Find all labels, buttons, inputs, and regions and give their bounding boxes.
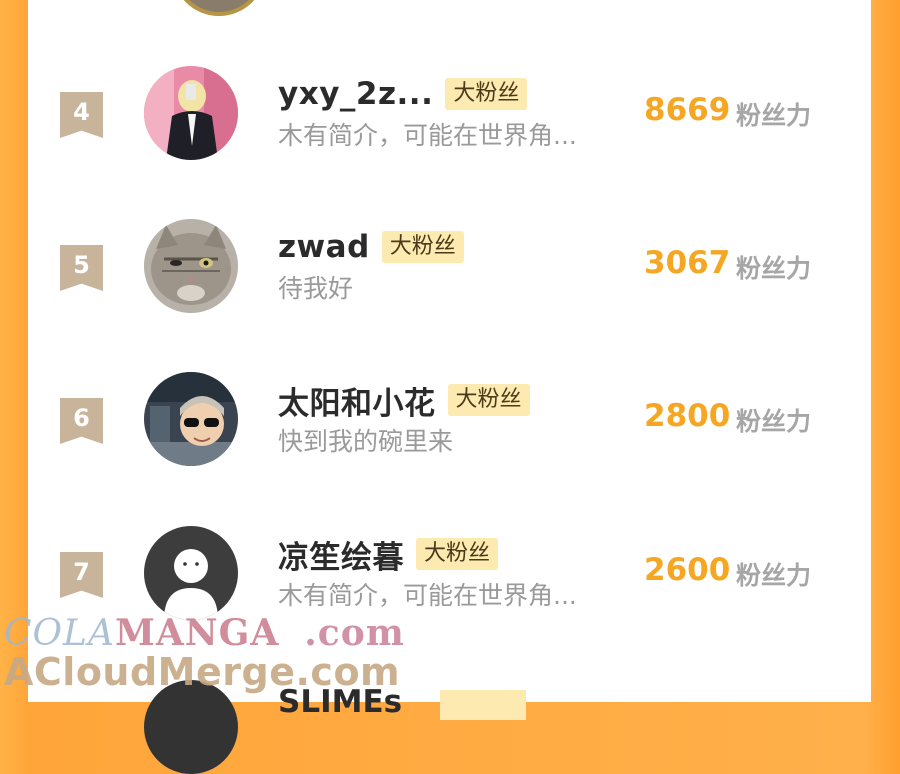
fan-badge: 大粉丝: [447, 384, 530, 416]
previous-avatar[interactable]: [172, 0, 266, 16]
photo-cat-icon: [144, 219, 238, 313]
rank-flag-icon: 7: [60, 552, 103, 598]
avatar[interactable]: [144, 680, 238, 774]
fan-score-unit: 粉丝力: [736, 407, 812, 436]
fan-badge: 大粉丝: [381, 231, 464, 263]
fan-score: 8669: [644, 92, 731, 128]
user-name[interactable]: yxy_2z...: [278, 76, 433, 112]
fan-badge: 大粉丝: [416, 538, 499, 570]
default-ghost-avatar-icon: [144, 526, 238, 620]
list-item[interactable]: 7 凉笙绘暮 大粉丝 木有简介，可能在世界角... 2600 粉丝力: [28, 526, 871, 666]
name-line: 太阳和小花 大粉丝: [278, 378, 530, 423]
user-name[interactable]: zwad: [278, 229, 370, 265]
name-line: yxy_2z... 大粉丝: [278, 74, 528, 114]
user-bio: 木有简介，可能在世界角...: [278, 581, 577, 610]
photo-person-sunglasses-icon: [144, 372, 238, 466]
fan-score: 2600: [644, 552, 731, 588]
fan-badge: [440, 690, 526, 720]
user-bio: 木有简介，可能在世界角...: [278, 121, 577, 150]
ranking-panel: 4 yxy_2z... 大粉丝 木有简介，可能在世界角... 8669 粉丝力 …: [28, 0, 871, 774]
list-item[interactable]: 5 zwad 大粉丝 待我好 3067 粉丝力: [28, 219, 871, 359]
avatar[interactable]: [144, 66, 238, 160]
fan-score: 2800: [644, 398, 731, 434]
list-item[interactable]: 4 yxy_2z... 大粉丝 木有简介，可能在世界角... 8669 粉丝力: [28, 66, 871, 206]
list-item[interactable]: 6 太阳和小花 大粉丝 快到我的碗里来 2800 粉丝力: [28, 372, 871, 512]
user-name[interactable]: 凉笙绘暮: [278, 532, 404, 577]
fan-score-unit: 粉丝力: [736, 254, 812, 283]
fan-score-unit: 粉丝力: [736, 561, 812, 590]
avatar[interactable]: [144, 526, 238, 620]
name-line: zwad 大粉丝: [278, 227, 464, 267]
avatar[interactable]: [144, 219, 238, 313]
rank-flag-icon: 5: [60, 245, 103, 291]
rank-flag-icon: 6: [60, 398, 103, 444]
fan-score-unit: 粉丝力: [736, 101, 812, 130]
fan-badge: 大粉丝: [445, 78, 528, 110]
avatar[interactable]: [144, 372, 238, 466]
rank-flag-icon: 4: [60, 92, 103, 138]
name-line: 凉笙绘暮 大粉丝: [278, 532, 499, 577]
user-name[interactable]: 太阳和小花: [278, 378, 436, 423]
user-bio: 待我好: [278, 274, 354, 303]
user-name[interactable]: SLIMEs: [278, 684, 402, 720]
photo-blonde-person-icon: [144, 66, 238, 160]
fan-score: 3067: [644, 245, 731, 281]
user-bio: 快到我的碗里来: [278, 427, 454, 456]
